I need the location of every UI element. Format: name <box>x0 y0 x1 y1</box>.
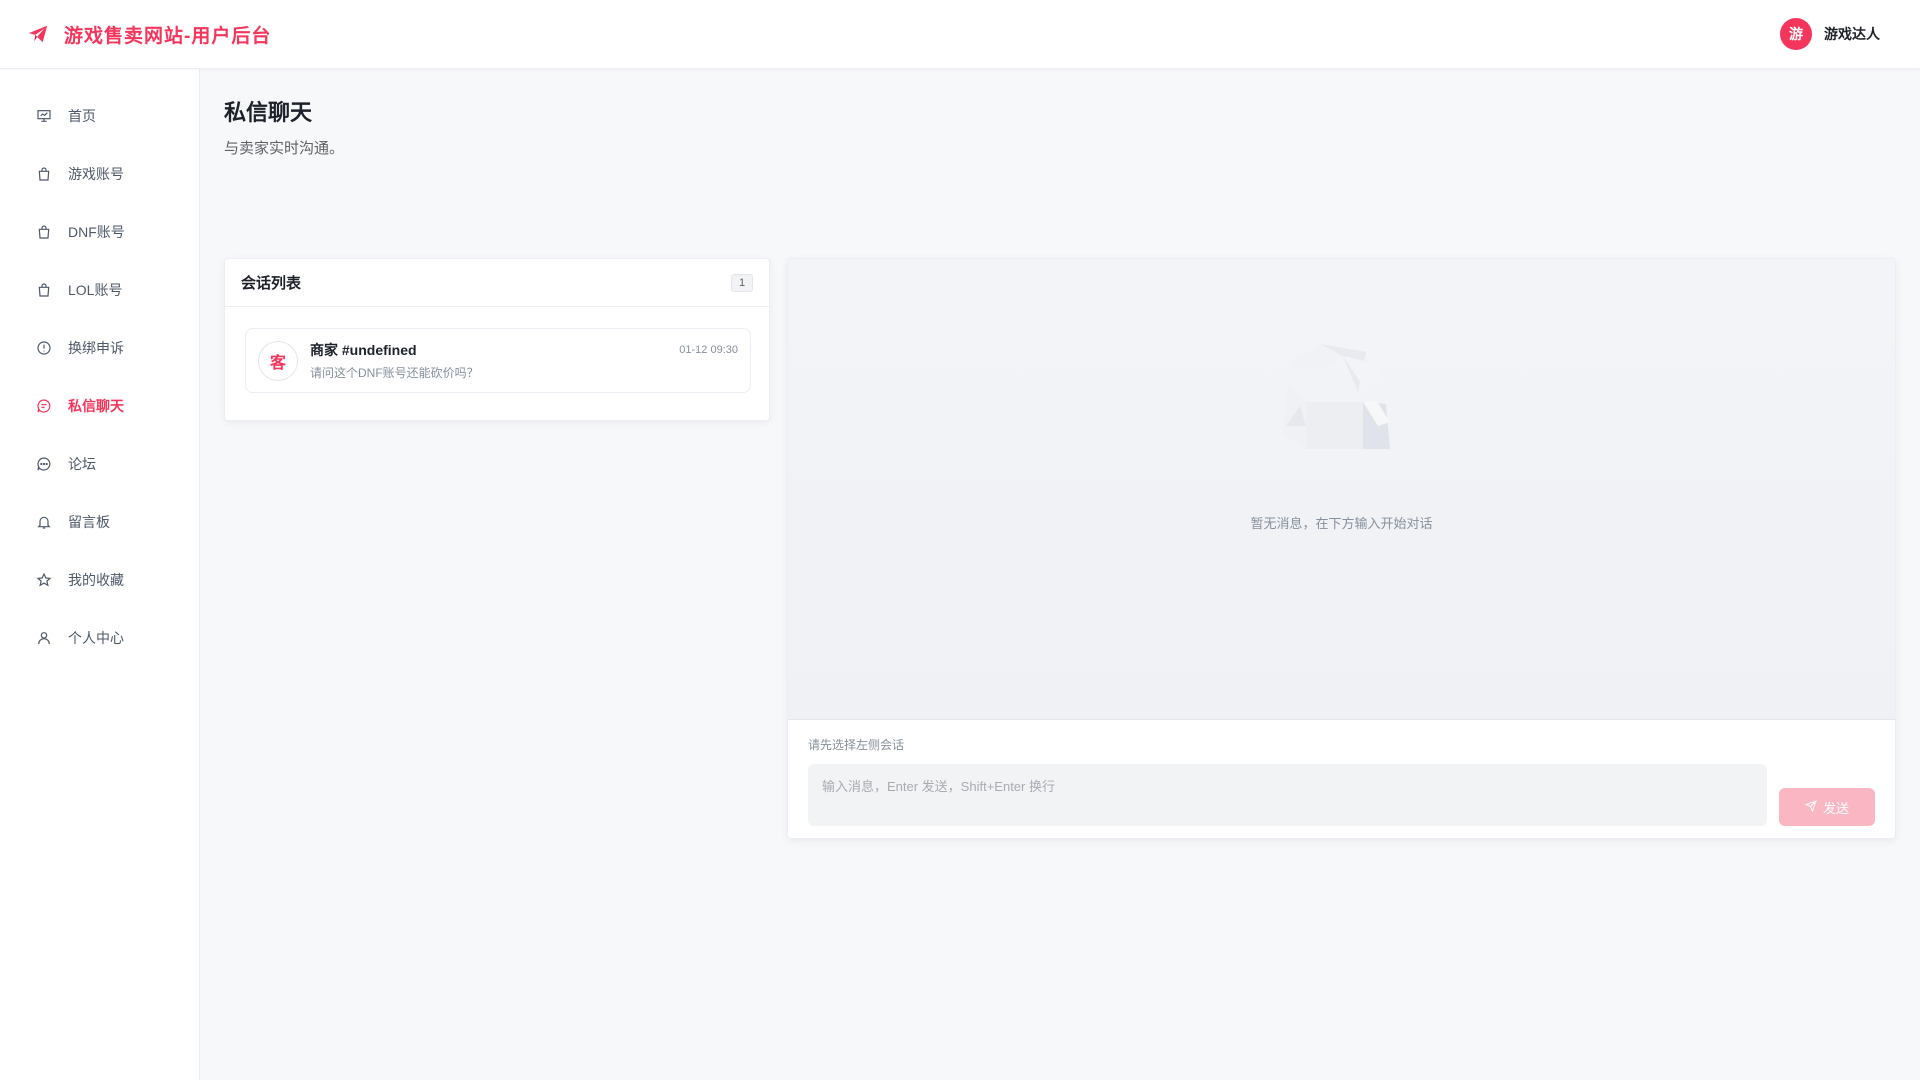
brand[interactable]: 游戏售卖网站-用户后台 <box>26 21 271 48</box>
empty-box-icon <box>1283 344 1390 449</box>
page-subtitle: 与卖家实时沟通。 <box>224 140 345 157</box>
send-button[interactable]: 发送 <box>1779 788 1875 826</box>
sidebar-item-label: LOL账号 <box>68 282 123 298</box>
sidebar-item-label: 换绑申诉 <box>68 340 124 356</box>
sidebar-item-label: 我的收藏 <box>68 572 124 588</box>
conversation-list-panel: 会话列表 1 客 商家 #undefined 01-12 09:30 请问这个D… <box>224 258 770 421</box>
avatar: 客 <box>258 340 298 381</box>
chat-icon <box>35 397 53 415</box>
shopping-bag-icon <box>35 223 53 241</box>
sidebar-item-profile[interactable]: 个人中心 <box>0 609 199 667</box>
chat-input-area: 请先选择左侧会话 发送 <box>788 720 1895 838</box>
user-name[interactable]: 游戏达人 <box>1824 24 1880 44</box>
top-header: 游戏售卖网站-用户后台 游 游戏达人 <box>0 0 1920 69</box>
shopping-bag-icon <box>35 165 53 183</box>
avatar[interactable]: 游 <box>1780 18 1812 50</box>
alert-circle-icon <box>35 339 53 357</box>
conversation-time: 01-12 09:30 <box>679 344 738 356</box>
empty-message: 暂无消息，在下方输入开始对话 <box>1250 516 1433 531</box>
presentation-icon <box>35 107 53 125</box>
sidebar-item-game-accounts[interactable]: 游戏账号 <box>0 145 199 203</box>
sidebar-item-forum[interactable]: 论坛 <box>0 435 199 493</box>
conversation-list-title: 会话列表 <box>241 275 302 292</box>
sidebar-item-favorites[interactable]: 我的收藏 <box>0 551 199 609</box>
conversation-name: 商家 #undefined <box>310 342 417 358</box>
sidebar-item-private-chat[interactable]: 私信聊天 <box>0 377 199 435</box>
main-content: 私信聊天 与卖家实时沟通。 会话列表 1 客 商家 #undefined 01-… <box>224 69 1896 839</box>
sidebar-item-label: DNF账号 <box>68 224 125 240</box>
sidebar-item-label: 论坛 <box>68 456 96 472</box>
send-icon <box>1804 799 1817 815</box>
paper-plane-icon <box>26 22 50 46</box>
chat-input-row: 发送 <box>808 764 1875 826</box>
conversation-count-badge: 1 <box>731 273 753 292</box>
conversation-body: 商家 #undefined 01-12 09:30 请问这个DNF账号还能砍价吗… <box>310 340 738 381</box>
sidebar-item-rebind-appeal[interactable]: 换绑申诉 <box>0 319 199 377</box>
user-menu[interactable]: 游 游戏达人 <box>1780 18 1880 50</box>
sidebar-item-label: 个人中心 <box>68 630 124 646</box>
sidebar-item-label: 首页 <box>68 108 96 124</box>
brand-title: 游戏售卖网站-用户后台 <box>64 25 272 47</box>
sidebar-item-home[interactable]: 首页 <box>0 87 199 145</box>
conversation-list-header: 会话列表 1 <box>225 259 769 307</box>
sidebar-item-message-board[interactable]: 留言板 <box>0 493 199 551</box>
send-button-label: 发送 <box>1822 800 1849 816</box>
message-input[interactable] <box>808 764 1767 826</box>
sidebar: 首页 游戏账号 DNF账号 LOL账号 换绑申诉 私信聊天 论坛 留言板 我的收… <box>0 69 200 1080</box>
chat-hint: 请先选择左侧会话 <box>808 738 905 752</box>
page-title: 私信聊天 <box>224 100 313 125</box>
message-area[interactable]: 暂无消息，在下方输入开始对话 <box>788 259 1895 720</box>
message-dots-icon <box>35 455 53 473</box>
chat-panel: 暂无消息，在下方输入开始对话 请先选择左侧会话 发送 <box>787 258 1896 839</box>
sidebar-item-dnf-accounts[interactable]: DNF账号 <box>0 203 199 261</box>
bell-icon <box>35 513 53 531</box>
star-icon <box>35 571 53 589</box>
user-icon <box>35 629 53 647</box>
sidebar-item-lol-accounts[interactable]: LOL账号 <box>0 261 199 319</box>
shopping-bag-icon <box>35 281 53 299</box>
sidebar-item-label: 私信聊天 <box>68 398 124 414</box>
conversation-item[interactable]: 客 商家 #undefined 01-12 09:30 请问这个DNF账号还能砍… <box>245 328 751 393</box>
sidebar-item-label: 游戏账号 <box>68 166 124 182</box>
sidebar-item-label: 留言板 <box>68 514 110 530</box>
conversation-preview: 请问这个DNF账号还能砍价吗？ <box>310 366 479 380</box>
